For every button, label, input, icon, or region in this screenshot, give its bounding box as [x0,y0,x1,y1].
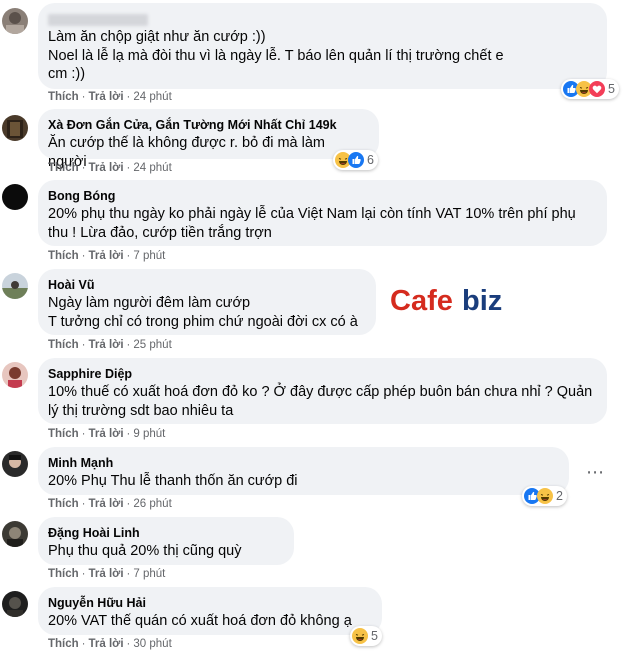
comment-text: 10% thuế có xuất hoá đơn đỏ ko ? Ở đây đ… [48,383,595,420]
like-link[interactable]: Thích [48,568,79,580]
comment-actions: Thích · Trả lời · 30 phút [48,638,172,650]
more-options-icon[interactable]: ⋯ [586,462,605,483]
comment-text: Ngày làm người đêm làm cướp T tưởng chỉ … [48,294,364,331]
reaction-count: 6 [367,153,374,167]
like-link[interactable]: Thích [48,91,79,103]
comment-line: lý thị trường sdt bao nhiêu ta [48,402,234,419]
reply-link[interactable]: Trả lời [89,428,124,440]
comment-author[interactable]: Bong Bóng [48,187,595,205]
comment-line: Ngày làm người đêm làm cướp [48,295,251,311]
comment-actions: Thích · Trả lời · 7 phút [48,568,166,580]
comment-author[interactable]: Đặng Hoài Linh [48,524,282,542]
comment-line: 20% phụ thu ngày ko phải ngày lễ của Việ… [48,206,576,222]
comment-text: 20% VAT thế quán có xuất hoá đơn đỏ khôn… [48,612,370,631]
like-link[interactable]: Thích [48,250,79,262]
comment-time[interactable]: 24 phút [133,162,171,174]
watermark-part-1: Cafe [390,285,453,316]
reply-link[interactable]: Trả lời [89,568,124,580]
comment-actions: Thích · Trả lời · 7 phút [48,250,166,262]
reaction-summary[interactable]: 5 [561,79,619,99]
comment-line: Làm ăn chộp giật như ăn cướp :)) [48,29,266,45]
comment-bubble: Sapphire Diệp 10% thuế có xuất hoá đơn đ… [38,358,607,424]
reply-link[interactable]: Trả lời [89,91,124,103]
comment-author[interactable]: Xà Đơn Gắn Cửa, Gắn Tường Mới Nhất Chỉ 1… [48,116,367,134]
like-link[interactable]: Thích [48,339,79,351]
avatar[interactable] [2,184,28,210]
comment-line: 10% thuế có xuất hoá đơn đỏ ko ? Ở đây đ… [48,384,593,400]
avatar[interactable] [2,591,28,617]
comment-time[interactable]: 24 phút [133,91,171,103]
comment-actions: Thích · Trả lời · 24 phút [48,91,172,103]
reply-link[interactable]: Trả lời [89,638,124,650]
comment-line: Phụ thu quả 20% thị cũng quỳ [48,543,242,559]
comment-text: Phụ thu quả 20% thị cũng quỳ [48,542,282,561]
comment-bubble: Bong Bóng 20% phụ thu ngày ko phải ngày … [38,180,607,246]
reply-link[interactable]: Trả lời [89,339,124,351]
reaction-summary[interactable]: 2 [522,486,567,506]
comment-bubble: Nguyễn Hữu Hải 20% VAT thế quán có xuất … [38,587,382,635]
thumbs-up-icon [348,152,364,168]
comment-time[interactable]: 26 phút [133,498,171,510]
comment-time[interactable]: 7 phút [133,568,165,580]
like-link[interactable]: Thích [48,162,79,174]
heart-icon [589,81,605,97]
comment-bubble: Đặng Hoài Linh Phụ thu quả 20% thị cũng … [38,517,294,565]
avatar[interactable] [2,115,28,141]
comment-author[interactable]: Nguyễn Hữu Hải [48,594,370,612]
reply-link[interactable]: Trả lời [89,498,124,510]
laughing-face-icon [352,628,368,644]
comment-actions: Thích · Trả lời · 25 phút [48,339,172,351]
comment-author[interactable]: Hoài Vũ [48,276,364,294]
avatar[interactable] [2,273,28,299]
cafebiz-watermark: Cafe biz [390,284,525,316]
comment-actions: Thích · Trả lời · 26 phút [48,498,172,510]
like-link[interactable]: Thích [48,498,79,510]
comment-time[interactable]: 25 phút [133,339,171,351]
comment-author[interactable]: Sapphire Diệp [48,365,595,383]
comment-line: 20% Phụ Thu lễ thanh thốn ăn cướp đi [48,473,298,489]
comment-text: Làm ăn chộp giật như ăn cướp :)) Noel là… [48,28,595,84]
comment-text: 20% Phụ Thu lễ thanh thốn ăn cướp đi [48,472,557,491]
comment-bubble: Minh Mạnh 20% Phụ Thu lễ thanh thốn ăn c… [38,447,569,495]
reaction-summary[interactable]: 6 [333,150,378,170]
avatar[interactable] [2,362,28,388]
reaction-count: 2 [556,489,563,503]
reaction-count: 5 [371,629,378,643]
comment-time[interactable]: 9 phút [133,428,165,440]
avatar[interactable] [2,451,28,477]
comment-time[interactable]: 30 phút [133,638,171,650]
comment-time[interactable]: 7 phút [133,250,165,262]
comment-actions: Thích · Trả lời · 9 phút [48,428,166,440]
reply-link[interactable]: Trả lời [89,162,124,174]
reaction-count: 5 [608,82,615,96]
comment-author[interactable]: Minh Mạnh [48,454,557,472]
comment-line: Noel là lễ lạ mà đòi thu vì là ngày lễ. … [48,47,504,64]
comment-actions: Thích · Trả lời · 24 phút [48,162,172,174]
like-link[interactable]: Thích [48,428,79,440]
comment-line: T tưởng chỉ có trong phim chứ ngoài đời … [48,313,358,330]
avatar[interactable] [2,521,28,547]
comment-bubble: Xà Đơn Gắn Cửa, Gắn Tường Mới Nhất Chỉ 1… [38,109,379,170]
reaction-summary[interactable]: 5 [350,626,382,646]
comment-line: 20% VAT thế quán có xuất hoá đơn đỏ khôn… [48,613,352,629]
comment-line: thu ! Lừa đảo, cướp tiền trắng trợn [48,224,272,241]
comment-author[interactable] [48,10,595,28]
like-link[interactable]: Thích [48,638,79,650]
comment-text: 20% phụ thu ngày ko phải ngày lễ của Việ… [48,205,595,242]
watermark-part-2: biz [462,285,502,316]
comment-bubble: Làm ăn chộp giật như ăn cướp :)) Noel là… [38,3,607,89]
comment-bubble: Hoài Vũ Ngày làm người đêm làm cướp T tư… [38,269,376,335]
reply-link[interactable]: Trả lời [89,250,124,262]
comment-line: cm :)) [48,66,86,82]
avatar[interactable] [2,8,28,34]
laughing-face-icon [537,488,553,504]
